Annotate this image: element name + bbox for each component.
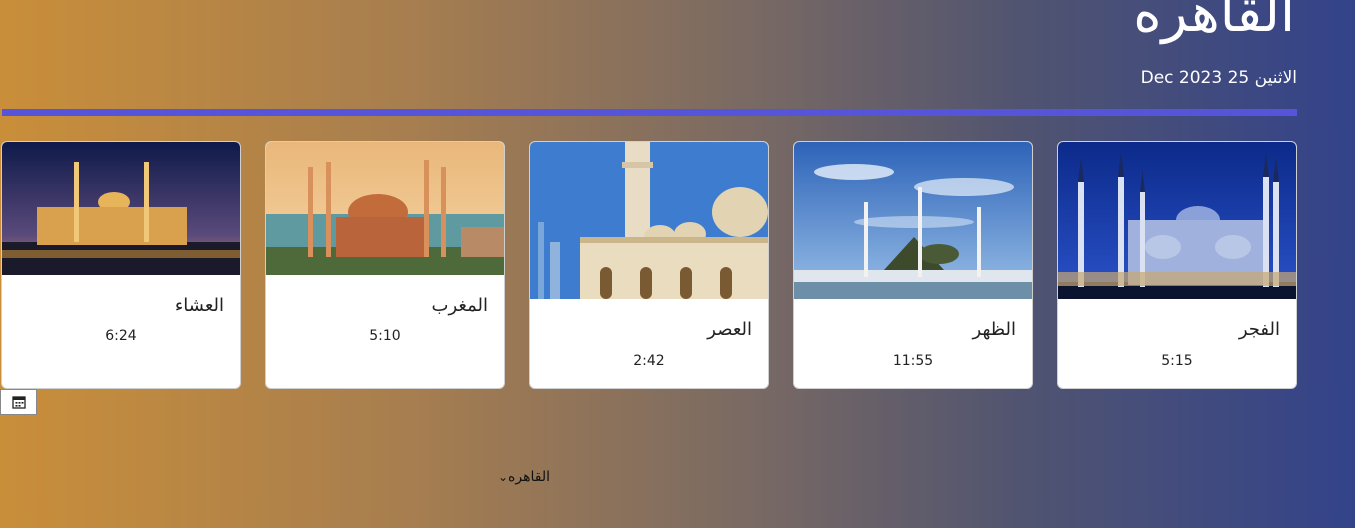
prayer-card-fajr: الفجر 5:15: [1057, 141, 1297, 389]
header-divider: [2, 109, 1297, 116]
chevron-down-icon: ⌄: [497, 470, 509, 484]
prayer-time: 2:42: [633, 353, 665, 369]
prayer-card-maghrib: المغرب 5:10: [265, 141, 505, 389]
prayer-card-isha: العشاء 6:24: [1, 141, 241, 389]
prayer-name: العصر: [707, 319, 752, 340]
prayer-name: العشاء: [174, 295, 224, 316]
calendar-button[interactable]: [0, 389, 37, 415]
city-title: القاهره: [1133, 0, 1295, 44]
mosque-image-isha: [2, 142, 240, 275]
prayer-time: 6:24: [105, 328, 137, 344]
calendar-icon: [11, 396, 26, 409]
prayer-time: 11:55: [892, 353, 934, 369]
mosque-image-dhuhr: [794, 142, 1032, 299]
prayer-name: المغرب: [431, 295, 488, 316]
mosque-image-fajr: [1058, 142, 1296, 299]
city-select-value: القاهره: [508, 469, 550, 485]
prayer-time: 5:15: [1161, 353, 1193, 369]
city-select[interactable]: القاهره ⌄: [498, 464, 800, 490]
mosque-image-maghrib: [266, 142, 504, 275]
mosque-image-asr: [530, 142, 768, 299]
prayer-name: الظهر: [972, 319, 1016, 340]
prayer-name: الفجر: [1238, 319, 1280, 340]
current-date: الاثنين 25 Dec 2023: [1140, 68, 1297, 88]
prayer-time: 5:10: [369, 328, 401, 344]
prayer-card-asr: العصر 2:42: [529, 141, 769, 389]
prayer-card-dhuhr: الظهر 11:55: [793, 141, 1033, 389]
